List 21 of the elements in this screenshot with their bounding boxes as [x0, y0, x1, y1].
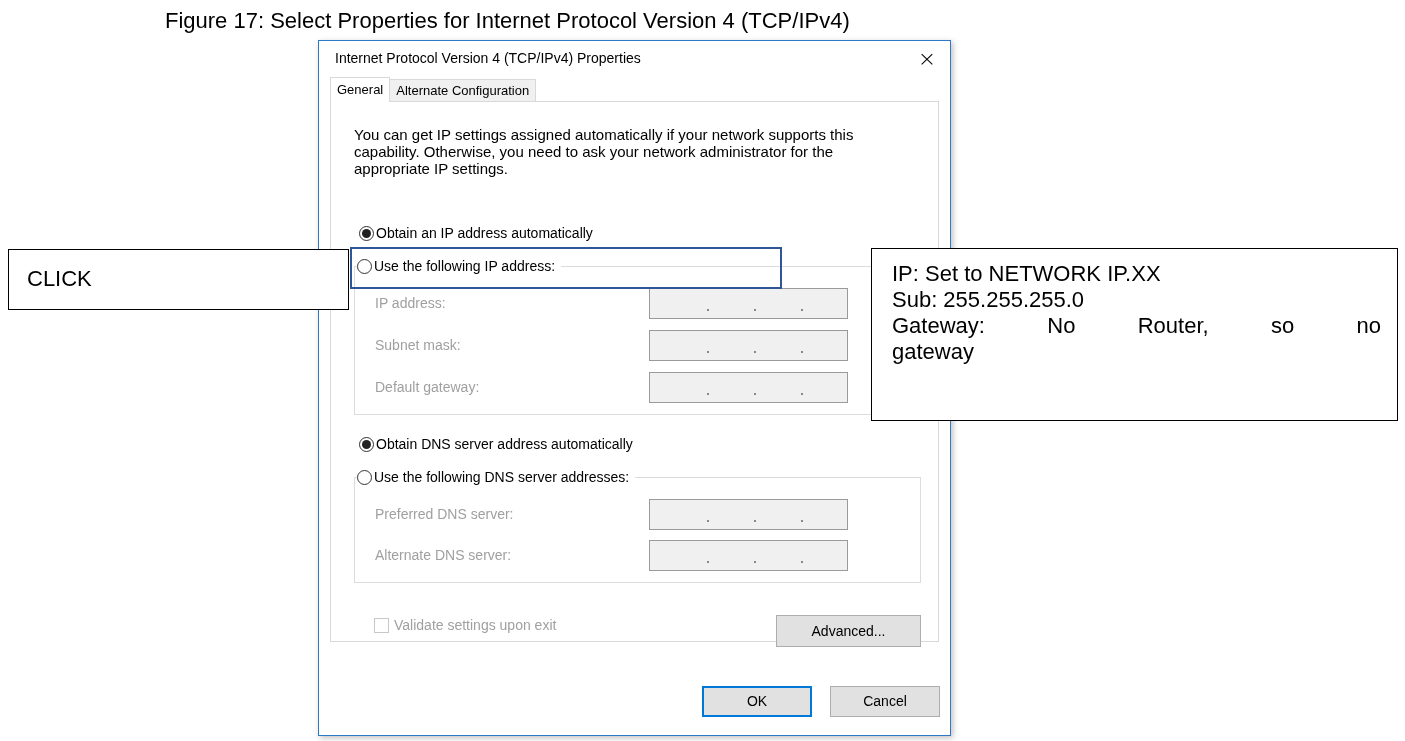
advanced-button[interactable]: Advanced...	[776, 615, 921, 647]
radio-option[interactable]: Obtain DNS server address automatically	[359, 433, 915, 455]
field-label: Preferred DNS server:	[375, 505, 514, 524]
callout-text: IP: Set to NETWORK IP.XX	[892, 261, 1162, 287]
field-label: IP address:	[375, 294, 446, 313]
figure-caption: Figure 17: Select Properties for Internet Protocol Version 4 (TCP/IPv4)	[165, 8, 850, 33]
callout-text: Gateway: No Router, so no	[892, 313, 1381, 339]
description-text: You can get IP settings assigned automatically if your network supports this capability. Otherwise, you need to ask your network administrator for the appropriate IP settings.	[354, 126, 855, 177]
tab[interactable]: Alternate Configuration	[390, 79, 537, 101]
field-label: Default gateway:	[375, 378, 480, 397]
callout-text: Sub: 255.255.255.0	[892, 287, 1086, 313]
field-label: Subnet mask:	[375, 336, 461, 355]
radio-option[interactable]: Obtain an IP address automatically	[359, 222, 915, 244]
field-label: Alternate DNS server:	[375, 546, 512, 565]
tab[interactable]: General	[330, 77, 391, 102]
dialog-button[interactable]: Cancel	[830, 686, 940, 717]
window-title: Internet Protocol Version 4 (TCP/IPv4) Properties	[335, 49, 641, 68]
callout-text: gateway	[892, 339, 975, 365]
close-button[interactable]: ×	[914, 45, 940, 72]
callout-text: CLICK	[27, 266, 93, 292]
dialog-button[interactable]: OK	[702, 686, 812, 717]
